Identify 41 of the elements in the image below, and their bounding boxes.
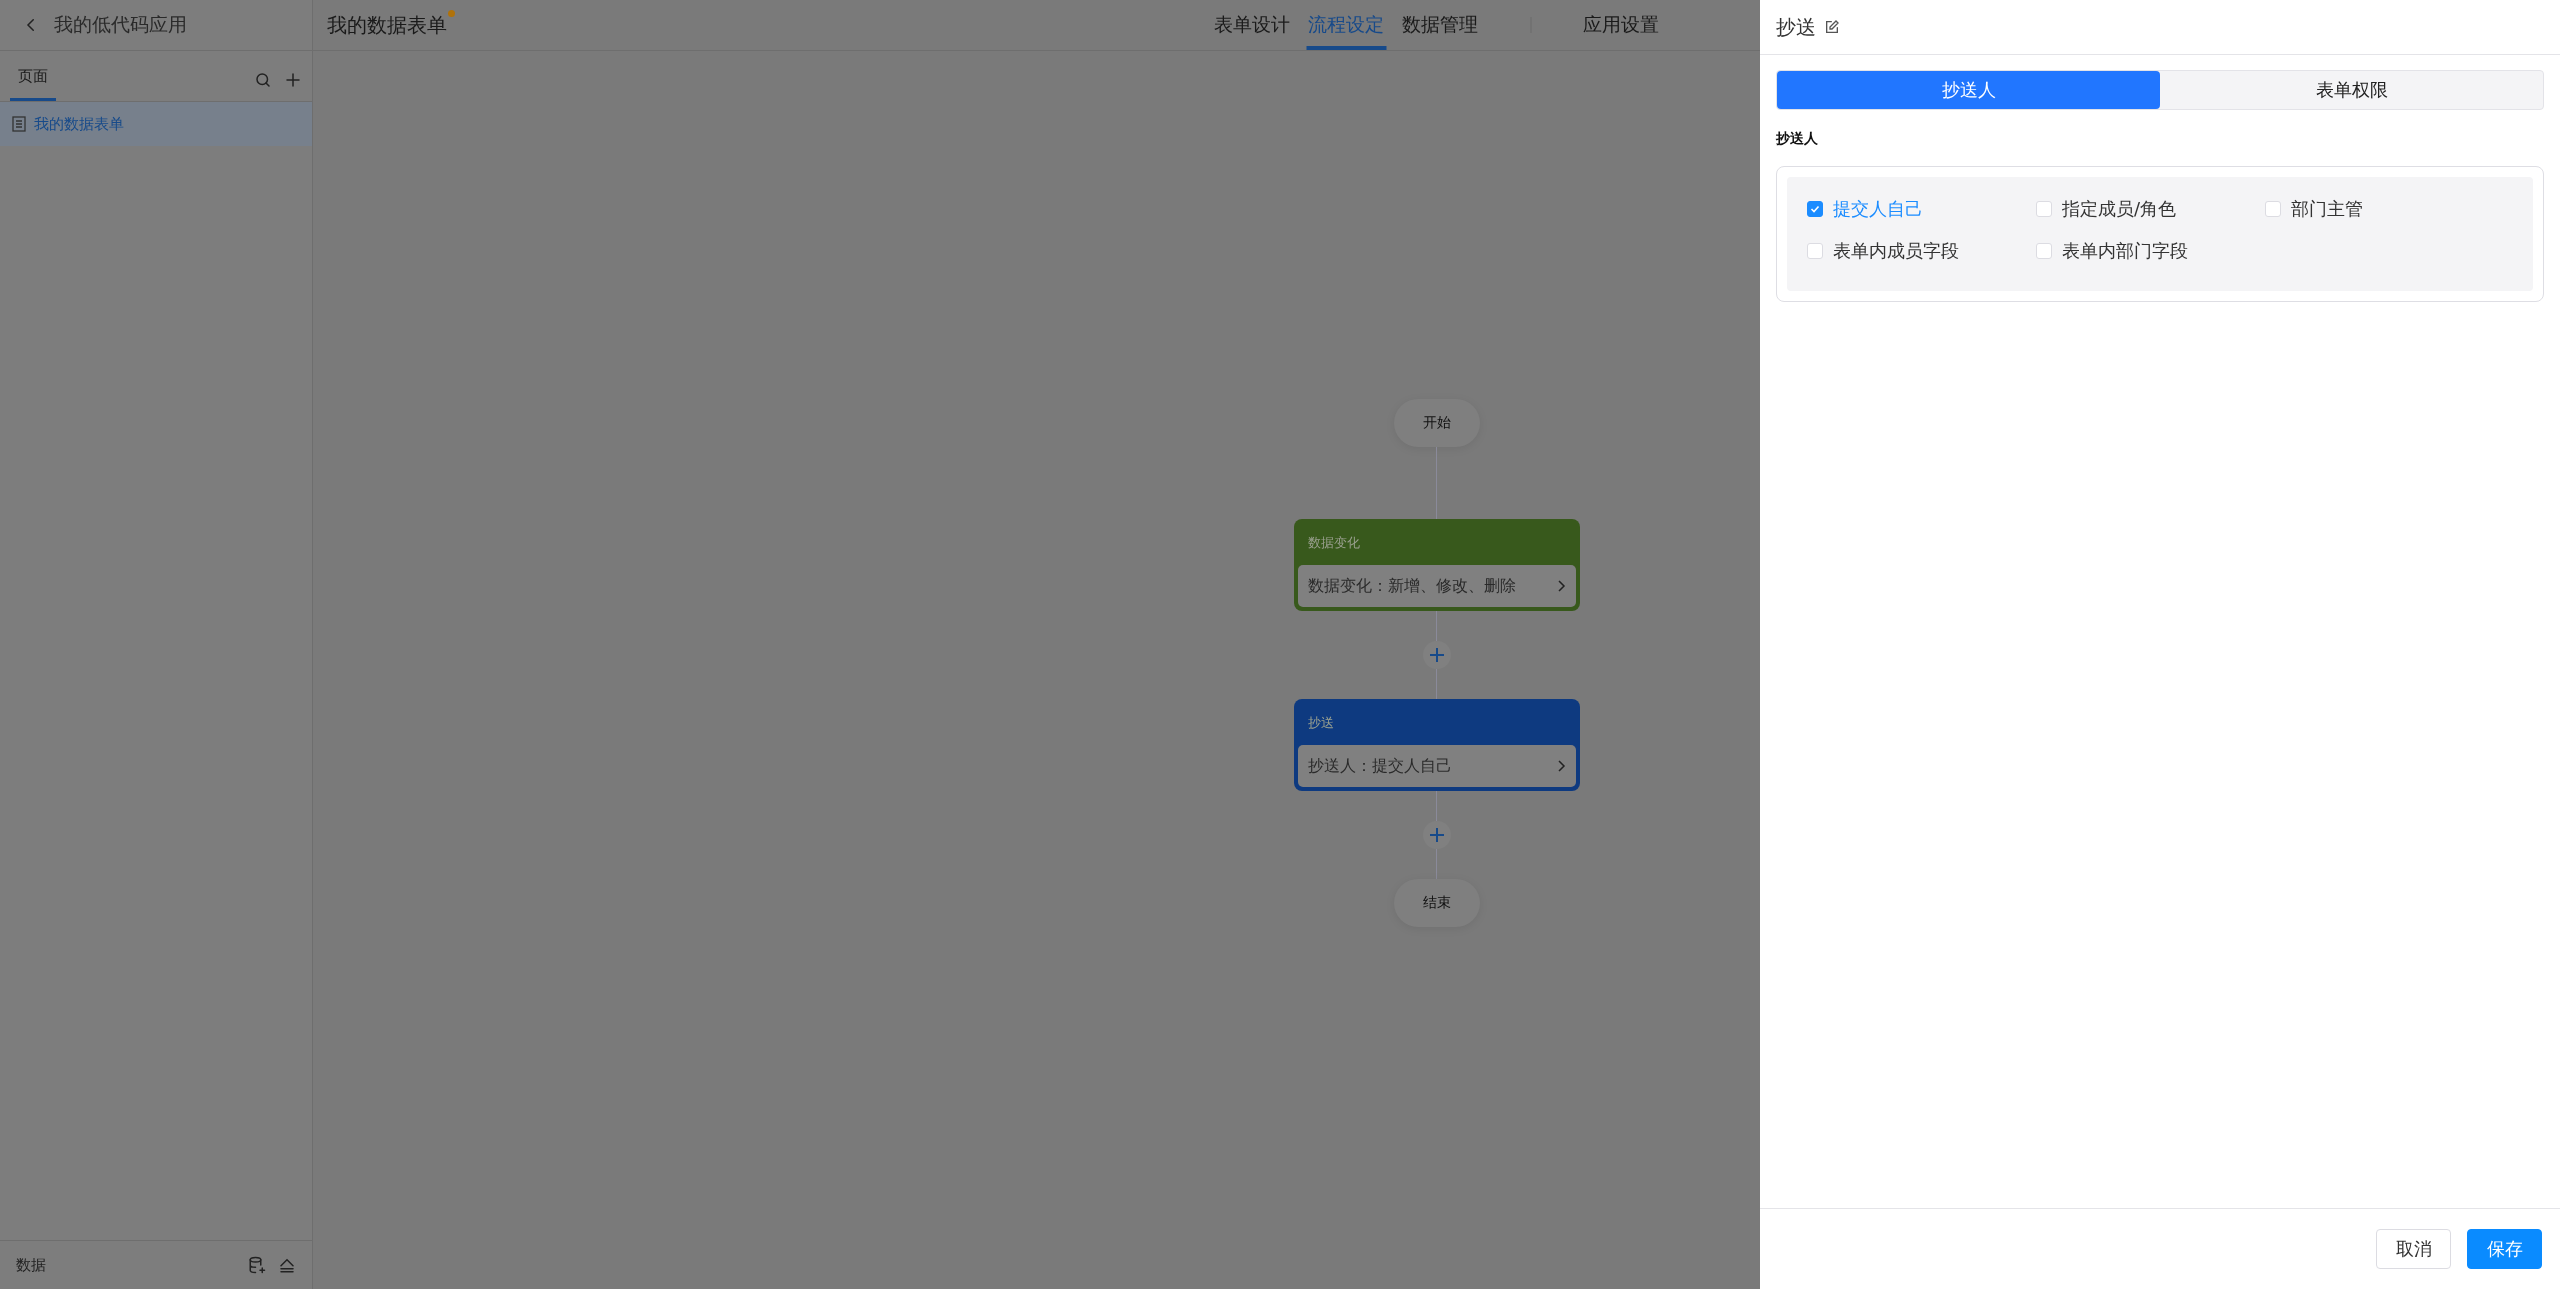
node-summary: 抄送人：提交人自己 (1307, 755, 1453, 777)
cancel-button[interactable]: 取消 (2376, 1229, 2451, 1269)
save-button[interactable]: 保存 (2467, 1229, 2542, 1269)
chevron-right-icon (1555, 579, 1566, 593)
flow-terminal-node[interactable]: 开始 (1393, 399, 1480, 447)
node-summary: 数据变化：新增、修改、删除 (1307, 575, 1517, 597)
search-icon[interactable] (254, 71, 272, 89)
option-label: 表单内成员字段 (1833, 239, 1959, 263)
nav-tab[interactable]: 应用设置 (1581, 0, 1661, 50)
option-label: 提交人自己 (1833, 197, 1923, 221)
collapse-icon[interactable] (278, 1256, 296, 1274)
nav-tab[interactable]: 流程设定 (1306, 0, 1386, 50)
flow-terminal-node[interactable]: 结束 (1393, 879, 1480, 927)
node-title: 数据变化 (1306, 534, 1361, 552)
flow-node-card[interactable]: 数据变化 数据变化：新增、修改、删除 (1293, 519, 1580, 611)
add-icon[interactable] (284, 71, 302, 89)
segment-tab[interactable]: 抄送人 (1777, 71, 2160, 109)
checkbox[interactable] (1807, 201, 1823, 217)
check-icon (1810, 204, 1820, 214)
chevron-right-icon (1555, 759, 1566, 773)
option-label: 表单内部门字段 (2062, 239, 2188, 263)
sidebar-item[interactable]: 我的数据表单 (0, 102, 312, 146)
app-title: 我的低代码应用 (54, 12, 187, 37)
nav-tab[interactable]: 数据管理 (1400, 0, 1480, 50)
edit-icon[interactable] (1824, 19, 1840, 35)
option-label: 部门主管 (2291, 197, 2363, 221)
plus-icon (1428, 827, 1445, 843)
plus-icon (1428, 647, 1445, 663)
database-add-icon[interactable] (248, 1256, 266, 1274)
option-label: 指定成员/角色 (2062, 197, 2177, 221)
form-title: 我的数据表单 (327, 11, 447, 39)
node-title: 抄送 (1306, 714, 1335, 732)
flow-node-card[interactable]: 抄送 抄送人：提交人自己 (1293, 699, 1580, 791)
segment-tab[interactable]: 表单权限 (2160, 71, 2543, 109)
panel-title: 抄送 (1776, 13, 1816, 41)
section-label: 抄送人 (1776, 130, 1819, 148)
add-node-button[interactable] (1422, 641, 1451, 669)
document-icon (12, 116, 26, 132)
add-node-button[interactable] (1422, 821, 1451, 849)
nav-tab[interactable]: 表单设计 (1212, 0, 1292, 50)
footer-label: 数据 (16, 1255, 46, 1275)
